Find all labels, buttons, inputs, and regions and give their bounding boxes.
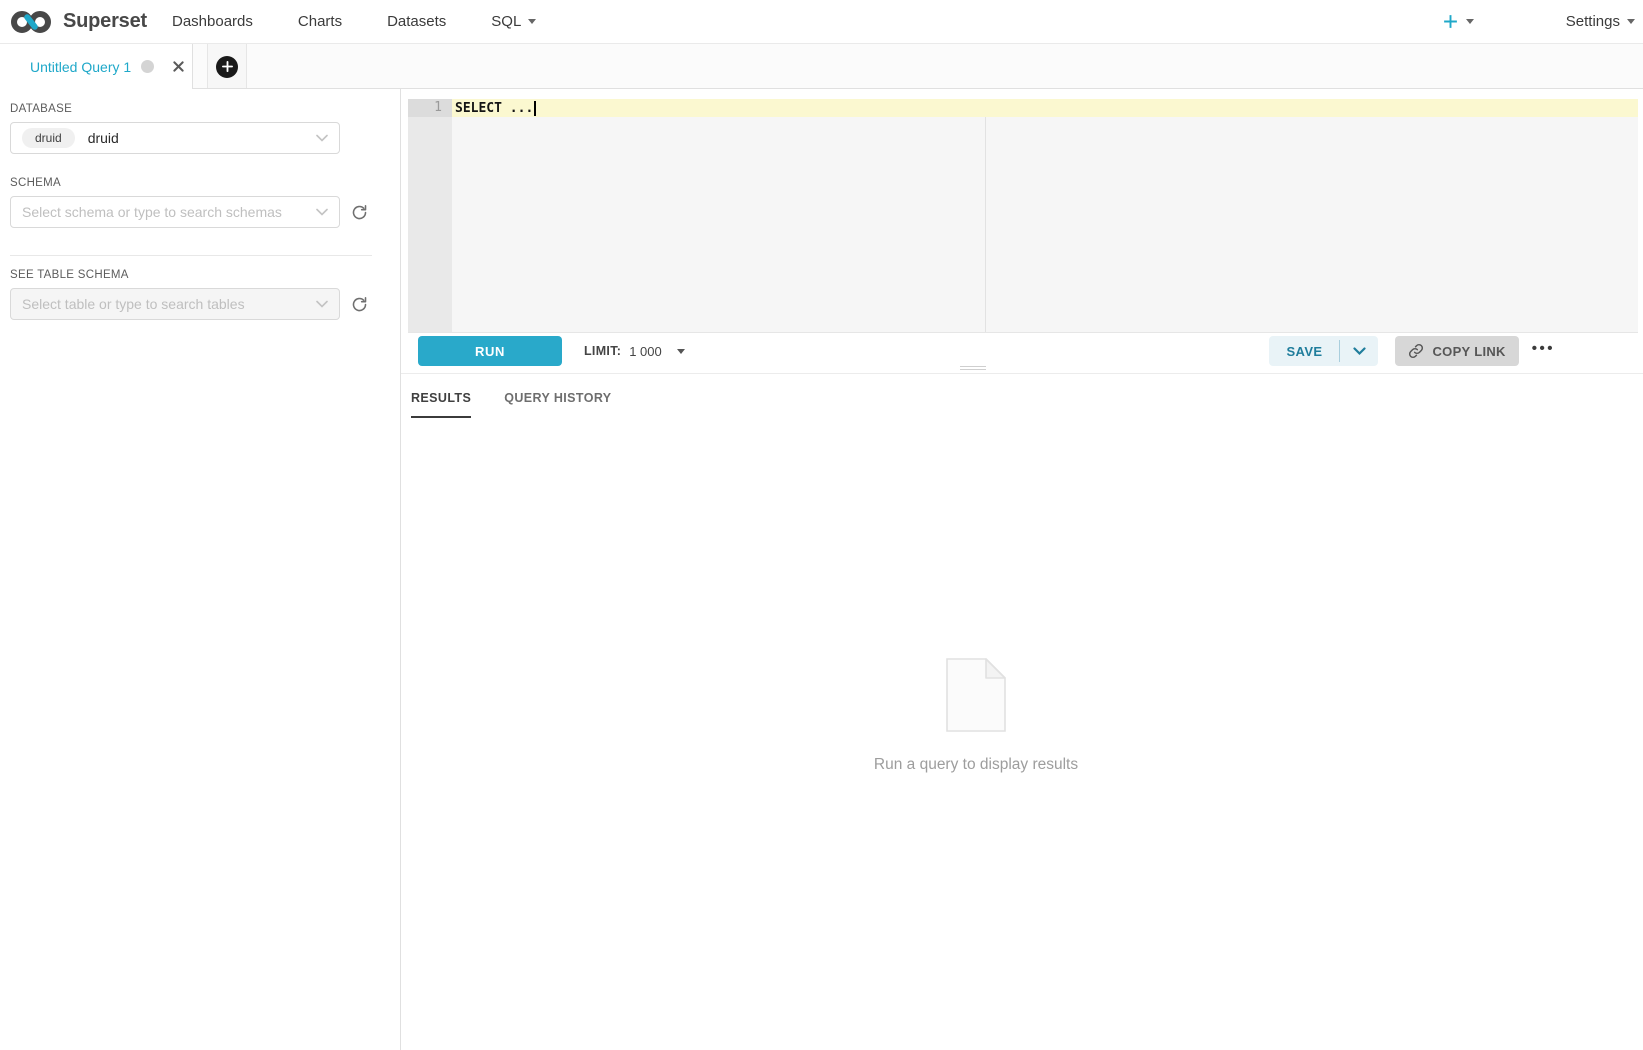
chevron-down-icon [1353, 347, 1366, 356]
save-query-button[interactable]: SAVE [1269, 336, 1339, 366]
tab-results[interactable]: RESULTS [411, 391, 471, 418]
schema-placeholder: Select schema or type to search schemas [22, 204, 282, 220]
save-split-button: SAVE [1269, 336, 1378, 366]
table-placeholder: Select table or type to search tables [22, 296, 245, 312]
caret-down-icon [1466, 19, 1474, 24]
tab-query-history[interactable]: QUERY HISTORY [504, 391, 611, 418]
refresh-schemas-button[interactable] [349, 202, 370, 223]
settings-menu[interactable]: Settings [1566, 13, 1635, 30]
copy-link-button[interactable]: COPY LINK [1395, 336, 1518, 366]
chevron-down-icon [316, 300, 328, 308]
limit-dropdown[interactable]: LIMIT: 1 000 [584, 344, 685, 359]
refresh-icon [351, 296, 368, 313]
schema-label: SCHEMA [10, 177, 372, 189]
limit-value: 1 000 [629, 344, 662, 359]
add-tab-button[interactable] [207, 44, 247, 89]
plus-circle-icon [216, 56, 238, 78]
copy-link-label: COPY LINK [1432, 344, 1505, 359]
nav-dashboards[interactable]: Dashboards [172, 13, 253, 30]
close-tab-icon[interactable] [173, 61, 184, 72]
refresh-icon [351, 204, 368, 221]
caret-down-icon [677, 349, 685, 354]
sqllab-left-panel: DATABASE druid druid SCHEMA Select schem… [0, 89, 401, 1050]
query-tab-bar: Untitled Query 1 [0, 44, 1643, 89]
settings-label: Settings [1566, 13, 1620, 30]
superset-infinity-icon [10, 9, 54, 35]
sqllab-main: DATABASE druid druid SCHEMA Select schem… [0, 89, 1643, 1050]
navbar-right: Settings [1442, 13, 1637, 30]
sql-code: SELECT ... [452, 101, 533, 116]
sidebar-divider [10, 255, 372, 256]
tab-bar-divider [193, 88, 1643, 89]
table-schema-label: SEE TABLE SCHEMA [10, 269, 372, 281]
print-margin-ruler [985, 117, 986, 332]
tab-title: Untitled Query 1 [30, 59, 131, 75]
chevron-down-icon [316, 134, 328, 142]
more-options-button[interactable]: ••• [1532, 341, 1555, 362]
database-label: DATABASE [10, 103, 372, 115]
sql-editor[interactable]: 1 SELECT ... [408, 99, 1638, 333]
new-item-button[interactable] [1442, 13, 1474, 30]
nav-sql-label: SQL [491, 13, 521, 30]
sqllab-workspace: 1 SELECT ... RUN LIMIT: 1 000 SAVE [401, 89, 1643, 1050]
editor-active-line: SELECT ... [452, 99, 1638, 117]
text-cursor [534, 101, 536, 116]
link-icon [1408, 343, 1424, 359]
chevron-down-icon [316, 208, 328, 216]
editor-gutter: 1 [408, 99, 452, 332]
sql-toolbar: RUN LIMIT: 1 000 SAVE [401, 333, 1643, 374]
main-menu: Dashboards Charts Datasets SQL [172, 13, 536, 30]
database-value: druid [88, 130, 119, 146]
brand-name: Superset [63, 10, 147, 33]
empty-state: Run a query to display results [411, 658, 1541, 774]
nav-charts[interactable]: Charts [298, 13, 342, 30]
pane-resize-handle[interactable] [960, 362, 986, 374]
limit-label: LIMIT: [584, 344, 621, 358]
results-pane: RESULTS QUERY HISTORY Run a query to dis… [401, 374, 1643, 1050]
caret-down-icon [528, 19, 536, 24]
refresh-tables-button[interactable] [349, 294, 370, 315]
save-options-button[interactable] [1340, 336, 1378, 366]
database-select[interactable]: druid druid [10, 122, 340, 154]
table-select[interactable]: Select table or type to search tables [10, 288, 340, 320]
plus-icon [1442, 13, 1459, 30]
nav-sql[interactable]: SQL [491, 13, 536, 30]
empty-document-icon [946, 658, 1006, 732]
run-query-button[interactable]: RUN [418, 336, 562, 366]
tab-untitled-query[interactable]: Untitled Query 1 [0, 44, 193, 89]
results-tab-bar: RESULTS QUERY HISTORY [411, 391, 1643, 418]
empty-state-text: Run a query to display results [874, 756, 1078, 774]
schema-select[interactable]: Select schema or type to search schemas [10, 196, 340, 228]
caret-down-icon [1627, 19, 1635, 24]
superset-logo[interactable]: Superset [10, 9, 147, 35]
top-navbar: Superset Dashboards Charts Datasets SQL … [0, 0, 1643, 44]
nav-datasets[interactable]: Datasets [387, 13, 446, 30]
database-type-badge: druid [22, 128, 75, 148]
tab-state-dot [141, 60, 154, 73]
line-number: 1 [408, 99, 452, 117]
